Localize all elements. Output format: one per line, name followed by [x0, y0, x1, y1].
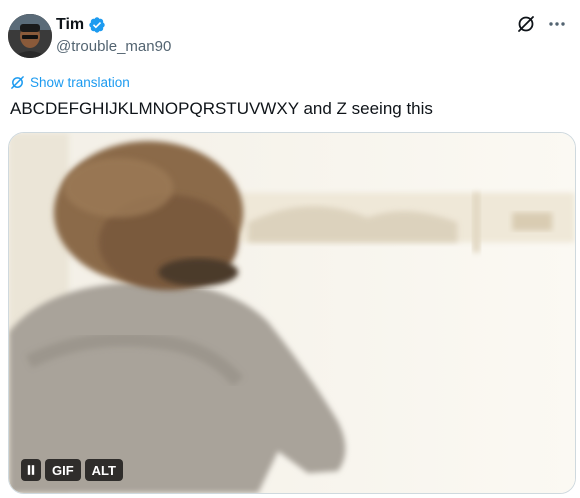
show-translation-label[interactable]: Show translation: [30, 75, 130, 90]
author-name-row[interactable]: Tim: [56, 16, 106, 34]
pause-button[interactable]: [21, 459, 41, 481]
pause-icon: [27, 465, 35, 475]
avatar-image: [8, 14, 52, 58]
author-name[interactable]: Tim: [56, 16, 84, 34]
top-actions: [516, 14, 568, 34]
gif-badge: GIF: [45, 459, 81, 481]
translate-icon: [10, 75, 25, 90]
gif-media[interactable]: GIF ALT: [8, 132, 576, 494]
author-handle[interactable]: @trouble_man90: [56, 38, 171, 55]
more-options-icon[interactable]: [546, 14, 568, 34]
alt-text-button[interactable]: ALT: [84, 459, 123, 481]
grok-icon[interactable]: [516, 14, 536, 34]
show-translation-link[interactable]: Show translation: [10, 75, 130, 90]
tweet: Tim @trouble_man90 Show translation ABCD…: [0, 0, 580, 498]
avatar[interactable]: [8, 14, 52, 58]
gif-frame-image: [9, 133, 575, 493]
verified-badge-icon: [88, 16, 106, 34]
media-controls: GIF ALT: [21, 459, 123, 481]
tweet-text: ABCDEFGHIJKLMNOPQRSTUVWXY and Z seeing t…: [10, 99, 433, 118]
